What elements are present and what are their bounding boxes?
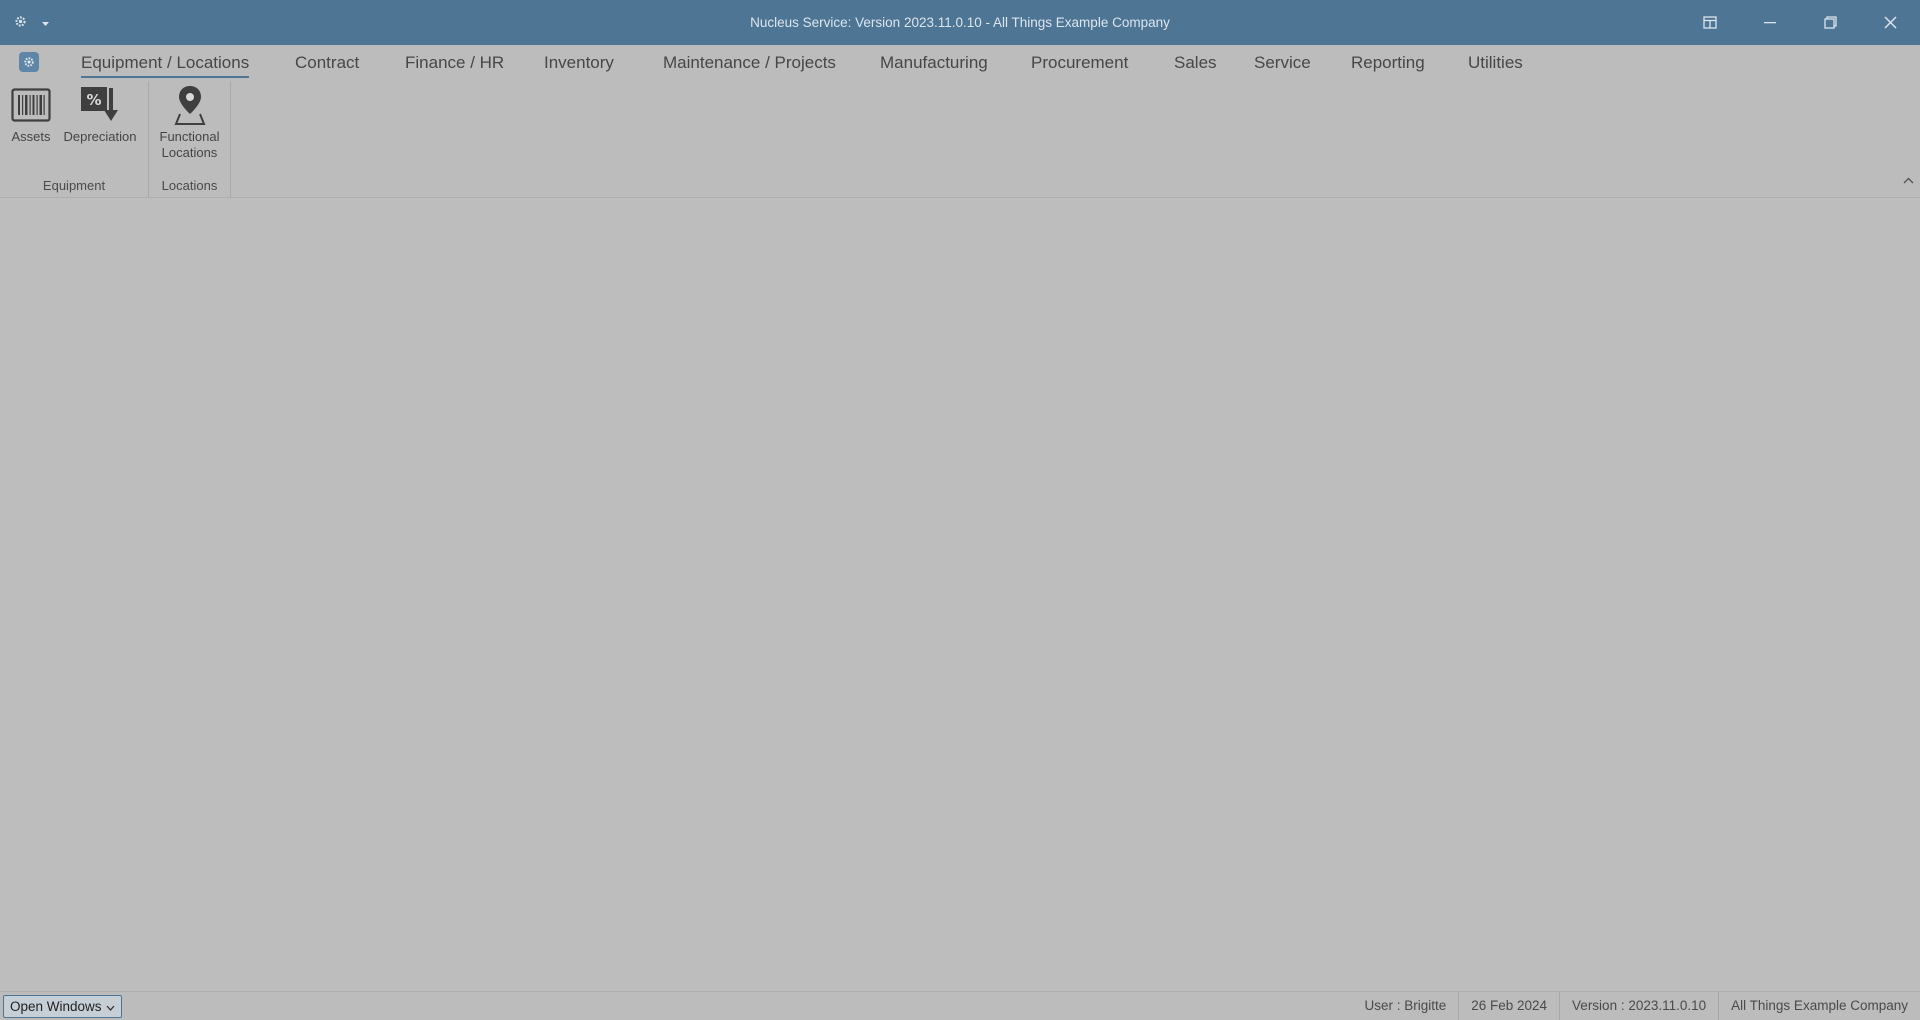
- layout-icon[interactable]: [1680, 0, 1740, 45]
- functional-locations-label: Functional Locations: [159, 129, 220, 160]
- tab-equipment-locations[interactable]: Equipment / Locations: [81, 52, 250, 78]
- close-icon[interactable]: [1860, 0, 1920, 45]
- main-workspace: [0, 198, 1920, 991]
- status-user: User : Brigitte: [1364, 998, 1447, 1013]
- ribbon-group-label-equipment: Equipment: [42, 178, 106, 193]
- tab-inventory[interactable]: Inventory: [544, 52, 614, 76]
- tab-procurement[interactable]: Procurement: [1031, 52, 1128, 76]
- title-bar: Nucleus Service: Version 2023.11.0.10 - …: [0, 0, 1920, 45]
- ribbon-group-locations: Functional Locations Locations: [149, 81, 231, 197]
- status-info: User : Brigitte 26 Feb 2024 Version : 20…: [1352, 992, 1920, 1020]
- ribbon: Equipment / Locations Contract Finance /…: [0, 45, 1920, 198]
- open-windows-label: Open Windows: [10, 999, 102, 1014]
- tab-contract[interactable]: Contract: [295, 52, 359, 76]
- status-version: Version : 2023.11.0.10: [1559, 992, 1718, 1020]
- svg-text:%: %: [86, 91, 101, 109]
- tab-maintenance-projects[interactable]: Maintenance / Projects: [663, 52, 836, 76]
- assets-button[interactable]: Assets: [6, 81, 56, 145]
- collapse-ribbon-icon[interactable]: [1903, 173, 1914, 187]
- tab-service[interactable]: Service: [1254, 52, 1311, 76]
- depreciation-icon: %: [78, 83, 122, 127]
- ribbon-group-equipment: Assets % Depreciation Equipment: [0, 81, 149, 197]
- ribbon-tabs: Equipment / Locations Contract Finance /…: [0, 45, 1920, 79]
- functional-locations-button[interactable]: Functional Locations: [153, 81, 226, 161]
- minimize-icon[interactable]: [1740, 0, 1800, 45]
- chevron-down-icon: [106, 999, 115, 1014]
- window-controls: [1680, 0, 1920, 45]
- tab-utilities[interactable]: Utilities: [1468, 52, 1523, 76]
- status-date: 26 Feb 2024: [1458, 992, 1559, 1020]
- barcode-icon: [9, 83, 53, 127]
- quick-access-toolbar: [14, 15, 50, 31]
- tab-reporting[interactable]: Reporting: [1351, 52, 1425, 76]
- chevron-down-icon[interactable]: [41, 15, 50, 30]
- location-pin-icon: [168, 83, 212, 127]
- status-company: All Things Example Company: [1718, 992, 1920, 1020]
- ribbon-group-label-locations: Locations: [161, 178, 218, 193]
- open-windows-dropdown[interactable]: Open Windows: [3, 995, 122, 1018]
- restore-icon[interactable]: [1800, 0, 1860, 45]
- tab-finance-hr[interactable]: Finance / HR: [405, 52, 504, 76]
- tab-sales[interactable]: Sales: [1174, 52, 1217, 76]
- gear-icon[interactable]: [14, 15, 27, 31]
- window-title: Nucleus Service: Version 2023.11.0.10 - …: [750, 15, 1170, 30]
- status-bar: Open Windows User : Brigitte 26 Feb 2024…: [0, 991, 1920, 1020]
- depreciation-label: Depreciation: [63, 129, 137, 144]
- tab-manufacturing[interactable]: Manufacturing: [880, 52, 988, 76]
- depreciation-button[interactable]: % Depreciation: [60, 81, 140, 145]
- app-menu-button[interactable]: [19, 52, 39, 72]
- assets-label: Assets: [11, 129, 51, 144]
